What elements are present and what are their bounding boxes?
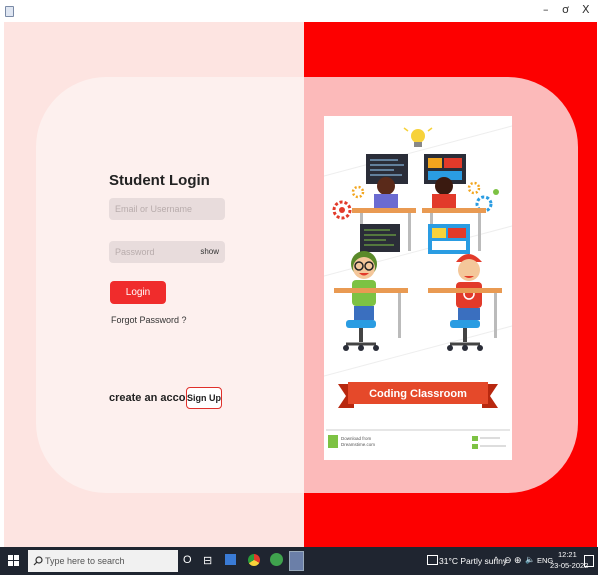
maximize-button[interactable]: ơ bbox=[562, 3, 569, 16]
banner-text: Coding Classroom bbox=[369, 388, 467, 400]
tray-chevron-icon[interactable]: ^ bbox=[494, 555, 498, 565]
show-password-toggle[interactable]: show bbox=[200, 247, 219, 256]
password-field[interactable]: show bbox=[109, 241, 225, 263]
close-button[interactable]: X bbox=[582, 3, 590, 16]
windows-start-icon[interactable] bbox=[8, 555, 20, 567]
notification-icon[interactable] bbox=[584, 555, 594, 567]
taskbar: Type here to search O ⊟ 31°C Partly sunn… bbox=[0, 547, 598, 575]
task-view-icon[interactable]: ⊟ bbox=[203, 554, 212, 567]
title-bar: – ơ X bbox=[0, 0, 598, 22]
cortana-icon[interactable]: O bbox=[183, 554, 192, 566]
search-icon bbox=[33, 556, 43, 566]
kid-left bbox=[351, 251, 377, 320]
taskbar-search-box[interactable]: Type here to search bbox=[28, 550, 178, 572]
password-input[interactable] bbox=[109, 241, 201, 263]
app-icon bbox=[5, 6, 14, 17]
minimize-button[interactable]: – bbox=[543, 3, 549, 16]
search-placeholder: Type here to search bbox=[45, 556, 125, 566]
network-icon[interactable]: ⊖ bbox=[504, 555, 512, 566]
footer-line-2: Dreamstime.com bbox=[341, 442, 375, 447]
volume-icon[interactable]: 🔈 bbox=[525, 555, 535, 564]
lightbulb-icon bbox=[403, 127, 433, 147]
monitors bbox=[352, 154, 486, 254]
weather-icon bbox=[427, 555, 438, 565]
signup-button[interactable]: Sign Up bbox=[186, 387, 222, 409]
illustration-svg: Coding Classroom Download from Dreamstim… bbox=[324, 125, 512, 449]
coding-classroom-illustration: Coding Classroom Download from Dreamstim… bbox=[324, 116, 512, 460]
kid-right bbox=[456, 254, 482, 320]
clock-date[interactable]: 23-05-2022 bbox=[550, 561, 588, 570]
chrome-icon[interactable] bbox=[248, 554, 260, 566]
username-field[interactable] bbox=[109, 198, 225, 220]
login-button[interactable]: Login bbox=[110, 281, 166, 304]
username-input[interactable] bbox=[109, 198, 201, 220]
forgot-password-link[interactable]: Forgot Password ? bbox=[111, 315, 187, 325]
app-icon-blue[interactable] bbox=[225, 554, 236, 565]
footer-line-1: Download from bbox=[341, 436, 372, 441]
login-title: Student Login bbox=[109, 172, 210, 189]
chairs bbox=[343, 320, 483, 351]
app-area: Student Login show Login Forgot Password… bbox=[4, 22, 597, 547]
java-app-icon[interactable] bbox=[289, 551, 304, 571]
card-left-panel bbox=[36, 77, 304, 493]
wifi-icon[interactable]: ⊕ bbox=[514, 555, 522, 566]
dreamstime-logo bbox=[328, 435, 338, 448]
clock-time[interactable]: 12:21 bbox=[558, 550, 577, 559]
app-icon-green[interactable] bbox=[270, 553, 283, 566]
